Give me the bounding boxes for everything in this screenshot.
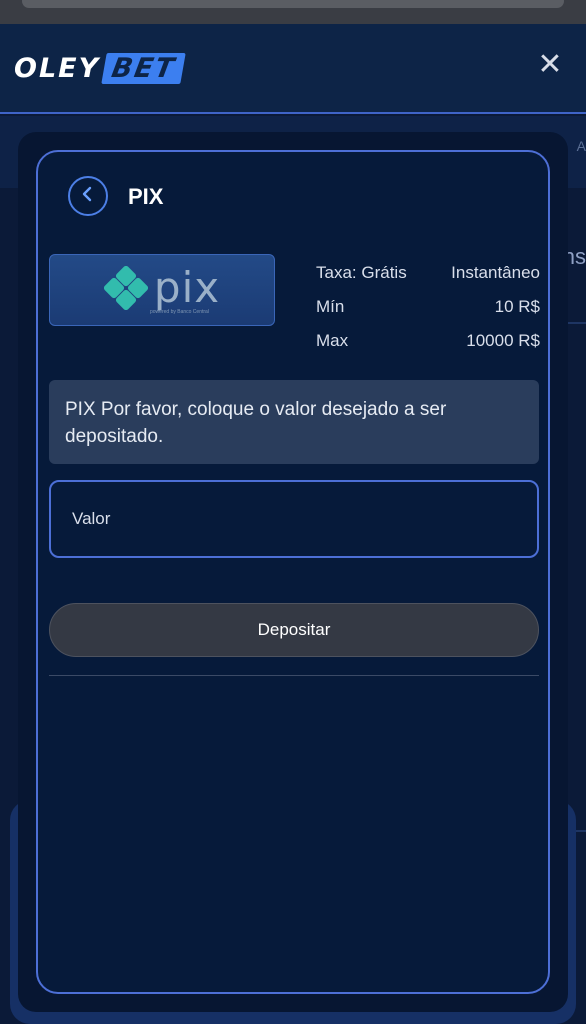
fee-row: Taxa: Grátis Instantâneo: [316, 256, 540, 290]
fee-label: Taxa: Grátis: [316, 263, 407, 282]
close-icon[interactable]: ✕: [532, 46, 568, 82]
logo-text-oley: OLEY: [14, 52, 101, 84]
modal-title: PIX: [128, 184, 164, 209]
max-row: Max 10000 R$: [316, 324, 540, 358]
pix-deposit-modal: PIX pix powered by Banco Central Taxa: G…: [36, 150, 550, 994]
pix-logo-icon: [103, 265, 148, 315]
min-label: Mín: [316, 297, 345, 316]
pix-logo-subtitle: powered by Banco Central: [150, 309, 209, 315]
browser-top-strip: [0, 0, 586, 24]
chevron-left-icon: [80, 185, 96, 208]
speed-label: Instantâneo: [451, 263, 540, 282]
url-bar: [22, 0, 564, 8]
min-value: 10 R$: [494, 297, 540, 316]
pix-payment-logo: pix powered by Banco Central: [49, 254, 275, 326]
payment-info: Taxa: Grátis Instantâneo Mín 10 R$ Max 1…: [316, 256, 540, 358]
divider: [49, 675, 539, 676]
back-button[interactable]: [68, 176, 108, 216]
site-header: OLEY BET ✕: [0, 24, 586, 114]
logo-text-bet: BET: [101, 52, 187, 84]
amount-input[interactable]: [49, 480, 539, 558]
min-row: Mín 10 R$: [316, 290, 540, 324]
background-text: A: [576, 138, 586, 154]
deposit-button[interactable]: Depositar: [49, 603, 539, 657]
pix-logo-text: pix: [153, 262, 221, 312]
max-label: Max: [316, 331, 349, 350]
deposit-notice: PIX Por favor, coloque o valor desejado …: [49, 380, 539, 464]
oleybet-logo: OLEY BET: [14, 50, 187, 86]
max-value: 10000 R$: [466, 331, 540, 350]
